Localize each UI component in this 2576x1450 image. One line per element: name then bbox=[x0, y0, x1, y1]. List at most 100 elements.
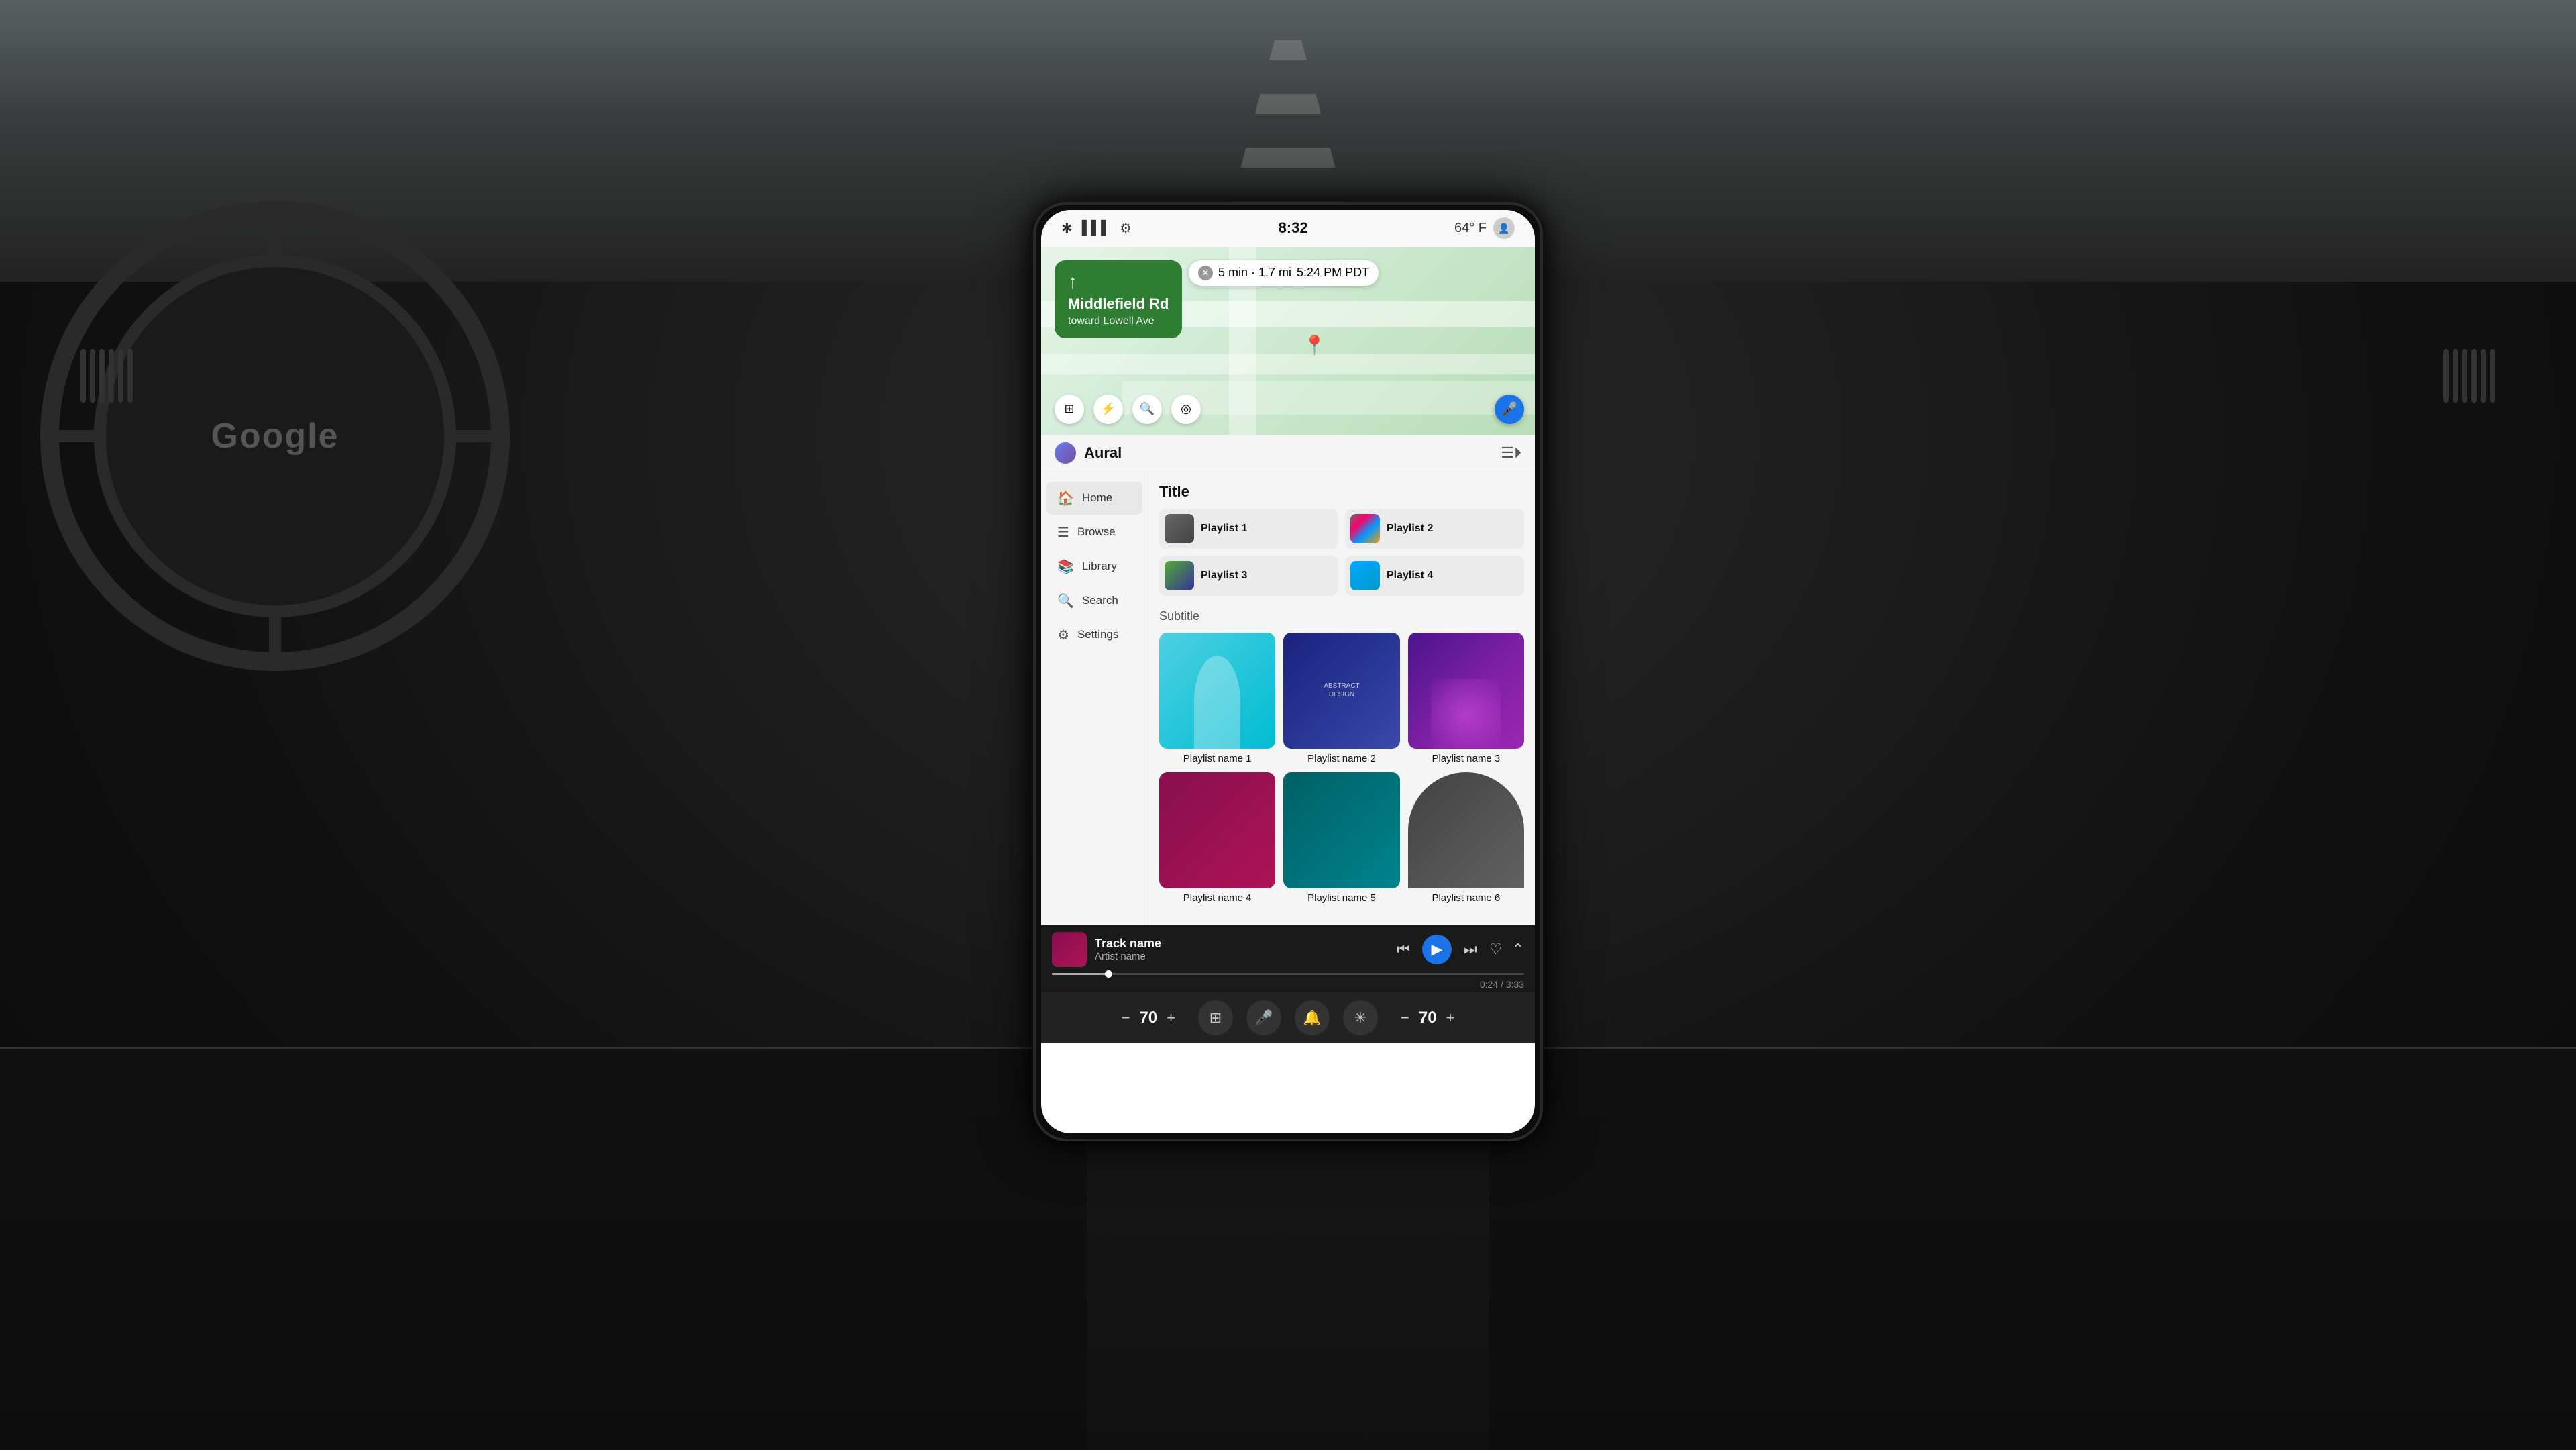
home-icon: 🏠 bbox=[1057, 490, 1074, 507]
map-search-button[interactable]: 🔍 bbox=[1132, 395, 1162, 424]
playlist-title-1: Playlist 1 bbox=[1201, 523, 1247, 535]
map-filter-button[interactable]: ⚡ bbox=[1093, 395, 1123, 424]
bottom-icons: ⊞ 🎤 🔔 ✳ bbox=[1198, 1000, 1378, 1035]
settings-nav-icon: ⚙ bbox=[1057, 627, 1069, 643]
mic-button[interactable]: 🎤 bbox=[1495, 395, 1524, 424]
sidebar-library-label: Library bbox=[1082, 560, 1117, 573]
playlist-item-2[interactable]: Playlist 2 bbox=[1345, 509, 1524, 549]
sidebar-item-settings[interactable]: ⚙ Settings bbox=[1046, 619, 1142, 652]
main-content: Title Playlist 1 Playlist 2 bbox=[1148, 472, 1535, 926]
playlist-large-thumb-4 bbox=[1159, 772, 1275, 888]
like-button[interactable]: ♡ bbox=[1489, 941, 1503, 958]
sidebar-item-search[interactable]: 🔍 Search bbox=[1046, 584, 1142, 617]
now-playing-info: Track name Artist name bbox=[1095, 937, 1386, 962]
volume-left-plus[interactable]: + bbox=[1164, 1006, 1178, 1029]
map-area: 📍 ↑ Middlefield Rd toward Lowell Ave ✕ 5… bbox=[1041, 247, 1535, 435]
sidebar-item-library[interactable]: 📚 Library bbox=[1046, 550, 1142, 583]
content-area: 🏠 Home ☰ Browse 📚 Library 🔍 bbox=[1041, 472, 1535, 926]
playlist-title-2: Playlist 2 bbox=[1387, 523, 1433, 535]
time-display: 0:24 / 3:33 bbox=[1480, 979, 1524, 990]
volume-left-control: − 70 + bbox=[1119, 1006, 1178, 1029]
playback-time: 0:24 / 3:33 bbox=[1052, 979, 1524, 990]
nav-arrival-label: 5:24 PM PDT bbox=[1297, 266, 1369, 280]
mic-icon-button[interactable]: 🎤 bbox=[1246, 1000, 1281, 1035]
nav-close-button[interactable]: ✕ bbox=[1198, 266, 1213, 280]
playlist-thumb-3 bbox=[1165, 561, 1194, 590]
playlist-item-1[interactable]: Playlist 1 bbox=[1159, 509, 1338, 549]
sidebar-settings-label: Settings bbox=[1077, 628, 1118, 641]
app-content: Aural ☰⏵ 🏠 Home ☰ B bbox=[1041, 435, 1535, 1043]
nav-eta-label: 5 min · 1.7 mi bbox=[1218, 266, 1291, 280]
map-layers-button[interactable]: ⊞ bbox=[1055, 395, 1084, 424]
playlist-large-thumb-5 bbox=[1283, 772, 1399, 888]
skip-back-button[interactable]: ⏮ bbox=[1394, 938, 1413, 961]
volume-right-minus[interactable]: − bbox=[1398, 1006, 1412, 1029]
nav-toward-label: toward Lowell Ave bbox=[1068, 315, 1169, 327]
volume-left-value: 70 bbox=[1139, 1008, 1157, 1027]
playlist-large-item-5[interactable]: Playlist name 5 bbox=[1283, 772, 1399, 904]
playlist-grid-small: Playlist 1 Playlist 2 Playlist 3 bbox=[1159, 509, 1524, 596]
volume-right-plus[interactable]: + bbox=[1444, 1006, 1458, 1029]
playlist-large-title-4: Playlist name 4 bbox=[1159, 892, 1275, 904]
sidebar-home-label: Home bbox=[1082, 491, 1112, 505]
device: ✱ ▌▌▌ ⚙ 8:32 64° F 👤 📍 bbox=[1033, 202, 1543, 1141]
expand-button[interactable]: ⌃ bbox=[1512, 941, 1524, 958]
progress-bar[interactable] bbox=[1052, 973, 1524, 975]
volume-left-minus[interactable]: − bbox=[1119, 1006, 1133, 1029]
status-left-icons: ✱ ▌▌▌ ⚙ bbox=[1061, 220, 1132, 237]
playlist-large-title-6: Playlist name 6 bbox=[1408, 892, 1524, 904]
right-vent bbox=[2443, 349, 2496, 403]
bluetooth-icon: ✱ bbox=[1061, 220, 1073, 237]
sidebar-search-label: Search bbox=[1082, 594, 1118, 607]
app-header-right: ☰⏵ bbox=[1501, 444, 1521, 462]
star-icon-button[interactable]: ✳ bbox=[1343, 1000, 1378, 1035]
bell-icon-button[interactable]: 🔔 bbox=[1295, 1000, 1330, 1035]
play-pause-button[interactable]: ▶ bbox=[1422, 935, 1452, 964]
playlist-large-item-4[interactable]: Playlist name 4 bbox=[1159, 772, 1275, 904]
playlist-large-item-1[interactable]: Playlist name 1 bbox=[1159, 633, 1275, 764]
playlist-large-title-2: Playlist name 2 bbox=[1283, 753, 1399, 764]
progress-dot bbox=[1105, 970, 1112, 978]
queue-icon[interactable]: ☰⏵ bbox=[1501, 444, 1521, 461]
skip-forward-button[interactable]: ⏭ bbox=[1461, 938, 1480, 961]
now-playing-controls: ⏮ ▶ ⏭ ♡ ⌃ bbox=[1394, 935, 1524, 964]
playlist-large-thumb-6 bbox=[1408, 772, 1524, 888]
settings-icon: ⚙ bbox=[1120, 220, 1132, 237]
playlist-grid-large: Playlist name 1 ABSTRACTDESIGN Playlist … bbox=[1159, 633, 1524, 904]
map-pin-icon: 📍 bbox=[1303, 334, 1326, 356]
bottom-bar: − 70 + ⊞ 🎤 🔔 ✳ − 70 + bbox=[1041, 992, 1535, 1043]
app-name-label: Aural bbox=[1084, 444, 1122, 462]
grid-icon-button[interactable]: ⊞ bbox=[1198, 1000, 1233, 1035]
sidebar-item-browse[interactable]: ☰ Browse bbox=[1046, 516, 1142, 549]
app-header: Aural ☰⏵ bbox=[1041, 435, 1535, 472]
playlist-large-thumb-2: ABSTRACTDESIGN bbox=[1283, 633, 1399, 749]
library-icon: 📚 bbox=[1057, 558, 1074, 575]
playlist-item-4[interactable]: Playlist 4 bbox=[1345, 556, 1524, 596]
playlist-large-title-1: Playlist name 1 bbox=[1159, 753, 1275, 764]
map-location-button[interactable]: ◎ bbox=[1171, 395, 1201, 424]
search-icon: 🔍 bbox=[1057, 592, 1074, 609]
playlist-thumb-1 bbox=[1165, 514, 1194, 543]
sidebar-item-home[interactable]: 🏠 Home bbox=[1046, 482, 1142, 515]
playlist-large-thumb-3 bbox=[1408, 633, 1524, 749]
time-current: 0:24 bbox=[1480, 979, 1498, 990]
status-bar: ✱ ▌▌▌ ⚙ 8:32 64° F 👤 bbox=[1041, 210, 1535, 247]
playlist-large-thumb-1 bbox=[1159, 633, 1275, 749]
status-time: 8:32 bbox=[1279, 219, 1308, 237]
playlist-large-item-3[interactable]: Playlist name 3 bbox=[1408, 633, 1524, 764]
map-road-2 bbox=[1041, 354, 1535, 374]
playlist-large-item-2[interactable]: ABSTRACTDESIGN Playlist name 2 bbox=[1283, 633, 1399, 764]
playlist-item-3[interactable]: Playlist 3 bbox=[1159, 556, 1338, 596]
playlist-large-title-3: Playlist name 3 bbox=[1408, 753, 1524, 764]
car-brand-label: Google bbox=[211, 416, 339, 456]
playlist-large-title-5: Playlist name 5 bbox=[1283, 892, 1399, 904]
nav-info-bar[interactable]: ✕ 5 min · 1.7 mi 5:24 PM PDT bbox=[1189, 260, 1379, 286]
steering-wheel: Google bbox=[40, 201, 510, 671]
now-playing-thumb bbox=[1052, 932, 1087, 967]
now-playing-bar: Track name Artist name ⏮ ▶ ⏭ ♡ ⌃ bbox=[1041, 925, 1535, 992]
avatar[interactable]: 👤 bbox=[1493, 217, 1515, 239]
temperature-label: 64° F bbox=[1454, 221, 1487, 236]
playlist-large-item-6[interactable]: Playlist name 6 bbox=[1408, 772, 1524, 904]
sidebar-browse-label: Browse bbox=[1077, 525, 1116, 539]
nav-street-label: Middlefield Rd bbox=[1068, 295, 1169, 313]
